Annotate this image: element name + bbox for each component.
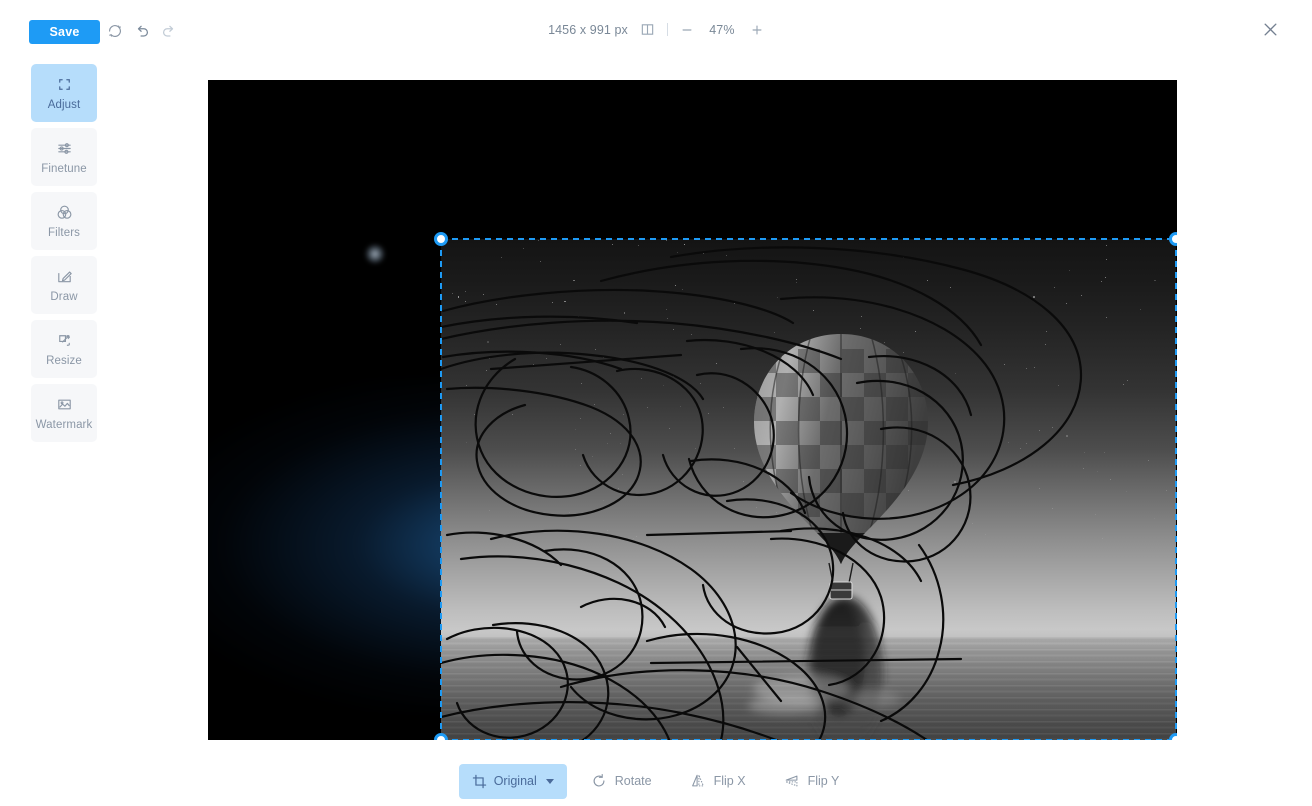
image-dimensions: 1456 x 991 px	[548, 22, 628, 37]
image-icon	[57, 399, 71, 410]
sidebar-item-draw[interactable]: Draw	[31, 256, 97, 314]
sidebar-item-label: Watermark	[35, 419, 93, 431]
rotate-label: Rotate	[614, 774, 652, 788]
flip-x-label: Flip X	[713, 774, 746, 788]
flip-x-button[interactable]: Flip X	[676, 764, 760, 799]
sidebar-item-resize[interactable]: Resize	[31, 320, 97, 378]
crop-handle-top-right[interactable]	[1169, 232, 1177, 246]
crop-corners-icon	[58, 79, 70, 90]
rotate-button[interactable]: Rotate	[577, 764, 666, 799]
sidebar-item-finetune[interactable]: Finetune	[31, 128, 97, 186]
close-icon[interactable]	[1262, 21, 1279, 38]
moon-glow	[365, 244, 385, 264]
zoom-in-button[interactable]	[750, 23, 764, 37]
divider	[666, 23, 668, 36]
top-toolbar: Save 1456 x 991 px 47%	[0, 0, 1312, 62]
chevron-down-icon	[545, 778, 554, 784]
venn-circles-icon	[57, 205, 71, 219]
split-view-icon[interactable]	[640, 22, 655, 37]
bottom-toolbar: Original Rotate Flip X Flip Y	[0, 763, 1312, 799]
sidebar-item-filters[interactable]: Filters	[31, 192, 97, 250]
tool-sidebar: Adjust Finetune Filters Draw Resize Wate…	[31, 64, 97, 442]
crop-icon	[472, 774, 486, 788]
crop-handle-bottom-right[interactable]	[1169, 733, 1177, 740]
sidebar-item-label: Adjust	[47, 99, 81, 111]
flip-y-label: Flip Y	[807, 774, 840, 788]
pencil-square-icon	[57, 271, 72, 283]
flip-x-icon	[691, 774, 704, 787]
sidebar-item-watermark[interactable]: Watermark	[31, 384, 97, 442]
crop-handle-top-left[interactable]	[434, 232, 448, 246]
flip-y-button[interactable]: Flip Y	[770, 764, 854, 799]
sidebar-item-label: Finetune	[41, 163, 87, 175]
sidebar-item-label: Filters	[47, 227, 80, 239]
crop-handle-bottom-left[interactable]	[434, 733, 448, 740]
image-canvas[interactable]	[208, 80, 1177, 740]
sliders-icon	[57, 143, 71, 154]
aspect-ratio-dropdown[interactable]: Original	[458, 763, 567, 799]
aspect-ratio-label: Original	[493, 774, 537, 788]
zoom-level: 47%	[709, 22, 735, 37]
flip-y-icon	[785, 775, 797, 787]
photo-content	[441, 239, 1176, 740]
freehand-scribble	[441, 246, 1083, 740]
canvas-meta: 1456 x 991 px 47%	[0, 22, 1312, 37]
resize-arrow-icon	[58, 335, 70, 346]
sidebar-item-adjust[interactable]: Adjust	[31, 64, 97, 122]
zoom-out-button[interactable]	[680, 23, 694, 37]
rotate-icon	[593, 774, 605, 787]
sidebar-item-label: Draw	[50, 291, 78, 303]
image-editor-app: Save 1456 x 991 px 47% Adjust Finetune F…	[0, 0, 1312, 806]
sidebar-item-label: Resize	[46, 355, 82, 367]
